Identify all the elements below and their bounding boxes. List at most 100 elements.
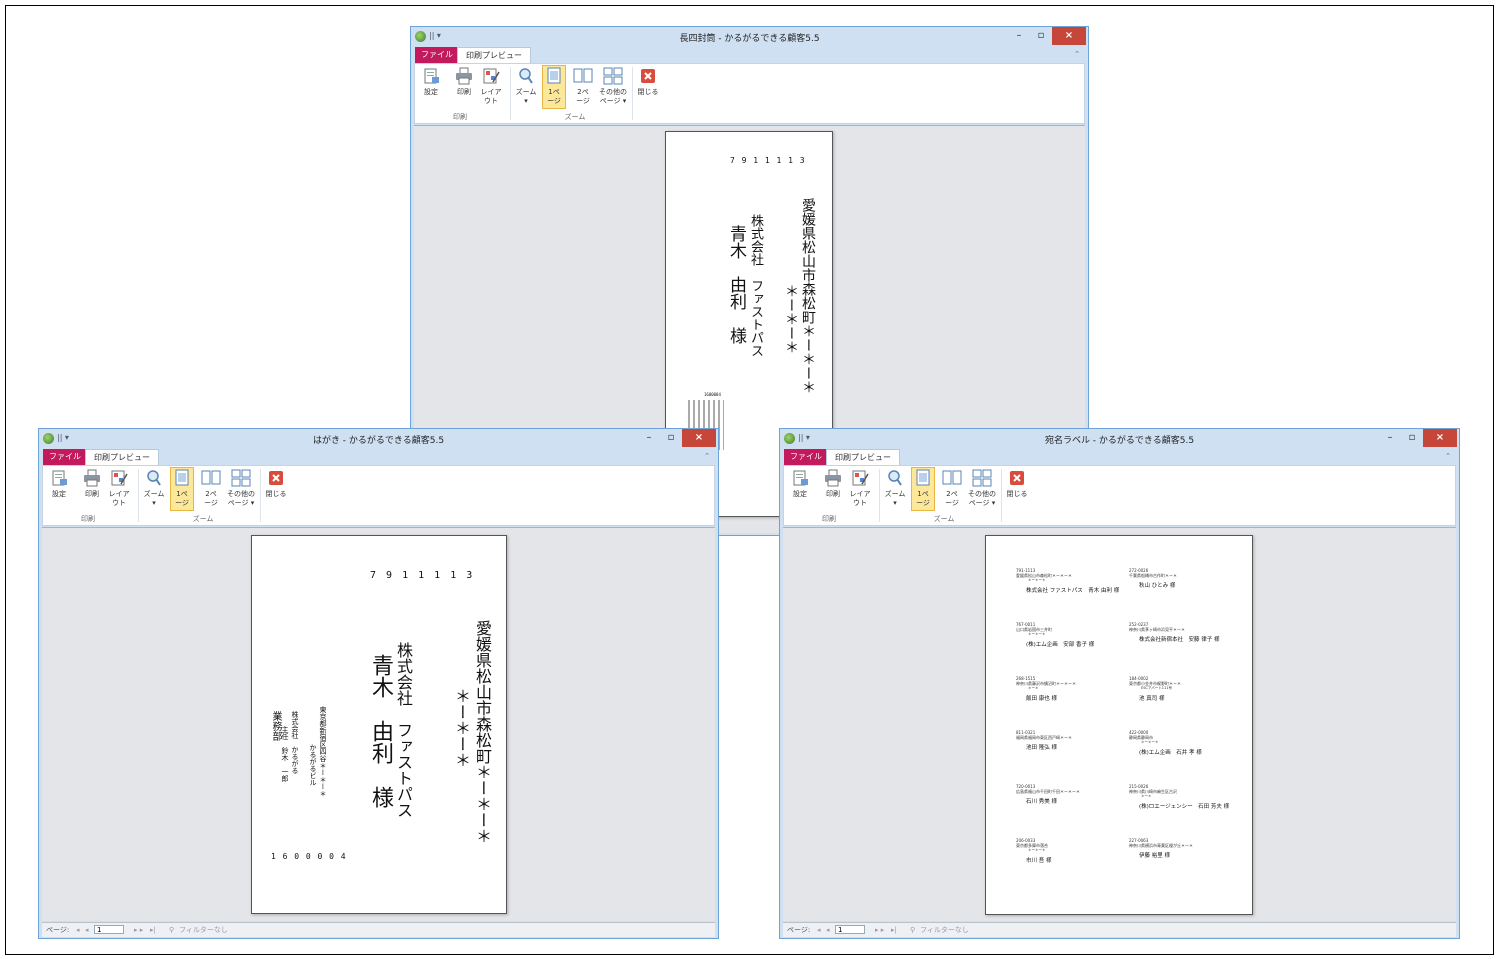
setup-button[interactable]: 設定 bbox=[47, 468, 71, 499]
label-sheet-page: 791-1113 愛媛県松山市森松町＊ー＊ー＊ ＊ー＊ー＊ 株式会社 ファストパス 青… bbox=[985, 535, 1253, 915]
ribbon-collapse-icon[interactable]: ⌃ bbox=[704, 452, 710, 460]
ribbon-tabs: ファイル 印刷プレビュー ⌃ bbox=[780, 449, 1459, 465]
postcard-window: || ▾ はがき - かるがるできる顧客5.5 – ▫ × ファイル 印刷プレビ… bbox=[38, 428, 719, 939]
page-label: ページ: bbox=[787, 926, 811, 934]
window-title: 宛名ラベル - かるがるできる顧客5.5 bbox=[1044, 436, 1195, 446]
ribbon-separator bbox=[879, 469, 880, 522]
tab-file[interactable]: ファイル bbox=[43, 449, 87, 465]
layout-button[interactable]: レイア ウト bbox=[479, 66, 503, 106]
maximize-button[interactable]: ▫ bbox=[1030, 27, 1052, 45]
first-page-button[interactable]: ◂ bbox=[76, 923, 80, 937]
address-label: 422-0000 静岡県静岡市 ＊ー＊ー＊ (株)エム企画 石井 孝 様 bbox=[1129, 730, 1202, 756]
magnifier-icon bbox=[144, 468, 164, 488]
label-recipient-name: 株式会社新宿本社 安藤 律子 様 bbox=[1139, 637, 1220, 643]
label-recipient-name: 株式会社 ファストパス 青木 由利 様 bbox=[1026, 588, 1120, 594]
minimize-button[interactable]: – bbox=[1008, 27, 1030, 45]
two-page-button[interactable]: 2ペ ージ bbox=[571, 66, 595, 106]
window-close-button[interactable]: × bbox=[682, 429, 716, 447]
print-button[interactable]: 印刷 bbox=[80, 468, 104, 499]
preview-area[interactable]: 791-1113 愛媛県松山市森松町＊ー＊ー＊ ＊ー＊ー＊ 株式会社 ファストパス 青… bbox=[783, 527, 1456, 921]
ribbon-separator bbox=[510, 67, 511, 120]
maximize-button[interactable]: ▫ bbox=[660, 429, 682, 447]
tab-file[interactable]: ファイル bbox=[784, 449, 828, 465]
label-recipient-name: 石川 秀美 様 bbox=[1026, 799, 1057, 805]
window-close-button[interactable]: × bbox=[1423, 429, 1457, 447]
title-bar[interactable]: || ▾ はがき - かるがるできる顧客5.5 – ▫ × bbox=[39, 429, 718, 449]
prev-page-button[interactable]: ◂ bbox=[85, 923, 89, 937]
sender-address: 東京都新宿区四谷＊ー＊ー＊ bbox=[319, 706, 327, 797]
recipient-name: 青木 由利 様 bbox=[726, 225, 746, 344]
setup-button[interactable]: 設定 bbox=[788, 468, 812, 499]
ribbon-collapse-icon[interactable]: ⌃ bbox=[1445, 452, 1451, 460]
last-page-button[interactable]: ▸| bbox=[150, 923, 156, 937]
filter-status[interactable]: フィルターなし bbox=[920, 923, 969, 937]
page-setup-icon bbox=[49, 468, 69, 488]
maximize-button[interactable]: ▫ bbox=[1401, 429, 1423, 447]
page-setup-icon bbox=[421, 66, 441, 86]
address-label: 767-0011 山口県岩国市三井町 ＊ー＊ー＊ (株)エム企画 安部 香子 様 bbox=[1016, 622, 1094, 648]
one-page-button[interactable]: 1ペ ージ bbox=[170, 467, 194, 511]
multi-page-icon bbox=[231, 468, 251, 488]
tab-file[interactable]: ファイル bbox=[415, 47, 459, 63]
two-page-button[interactable]: 2ペ ージ bbox=[940, 468, 964, 508]
setup-button[interactable]: 設定 bbox=[419, 66, 443, 97]
print-button[interactable]: 印刷 bbox=[452, 66, 476, 97]
label-recipient-name: 市川 吾 様 bbox=[1026, 858, 1052, 864]
prev-page-button[interactable]: ◂ bbox=[826, 923, 830, 937]
last-page-button[interactable]: ▸| bbox=[891, 923, 897, 937]
filter-icon[interactable]: ⚲ bbox=[169, 923, 174, 937]
sender-company: 株式会社 かるがる bbox=[291, 711, 299, 774]
tab-print-preview[interactable]: 印刷プレビュー bbox=[457, 47, 531, 63]
filter-status[interactable]: フィルターなし bbox=[179, 923, 228, 937]
record-navigation-bar: ページ: ◂ ◂ 1 ▸ ▸ ▸| ⚲ フィルターなし bbox=[783, 922, 1456, 937]
window-title: はがき - かるがるできる顧客5.5 bbox=[312, 436, 445, 446]
close-preview-button[interactable]: 閉じる bbox=[264, 468, 288, 499]
window-close-button[interactable]: × bbox=[1052, 27, 1086, 45]
other-pages-button[interactable]: その他の ページ ▾ bbox=[596, 66, 630, 106]
label-address-line2: ＊ー＊ bbox=[1141, 794, 1152, 798]
ribbon: 設定 印刷 レイア ウト 印刷 ズーム ▾ 1ペ ージ 2ペ ージ その他の ペー… bbox=[42, 465, 715, 526]
magnifier-icon bbox=[885, 468, 905, 488]
multi-page-icon bbox=[972, 468, 992, 488]
label-recipient-name: 池 真司 様 bbox=[1139, 696, 1165, 702]
close-preview-button[interactable]: 閉じる bbox=[636, 66, 660, 97]
address-label: 791-1113 愛媛県松山市森松町＊ー＊ー＊ ＊ー＊ー＊ 株式会社 ファストパス 青… bbox=[1016, 568, 1119, 594]
zoom-button[interactable]: ズーム ▾ bbox=[883, 468, 907, 508]
page-number-input[interactable]: 1 bbox=[835, 925, 865, 934]
minimize-button[interactable]: – bbox=[638, 429, 660, 447]
group-label-zoom: ズーム bbox=[564, 113, 586, 121]
address-label: 252-0237 神奈川県茅ヶ崎市浜見平＊ー＊ 株式会社新宿本社 安藤 律子 様 bbox=[1129, 622, 1220, 643]
next-page-button[interactable]: ▸ ▸ bbox=[875, 923, 884, 937]
other-pages-button[interactable]: その他の ページ ▾ bbox=[224, 468, 258, 508]
zoom-button[interactable]: ズーム ▾ bbox=[514, 66, 538, 106]
address-label: 215-0026 神奈川県川崎市麻生区古沢 ＊ー＊ (株)ロエージェンシー 石田 芳夫… bbox=[1129, 784, 1229, 810]
other-pages-button[interactable]: その他の ページ ▾ bbox=[965, 468, 999, 508]
two-page-button[interactable]: 2ペ ージ bbox=[199, 468, 223, 508]
address-label: 720-0013 広島県福山市千田町千田＊ー＊ー＊ 石川 秀美 様 bbox=[1016, 784, 1080, 805]
page-number-input[interactable]: 1 bbox=[94, 925, 124, 934]
title-bar[interactable]: || ▾ 宛名ラベル - かるがるできる顧客5.5 – ▫ × bbox=[780, 429, 1459, 449]
ribbon-collapse-icon[interactable]: ⌃ bbox=[1074, 50, 1080, 58]
address-label: 227-0063 神奈川県横浜市青葉区榎が丘＊ー＊ 伊藤 裕里 様 bbox=[1129, 838, 1193, 859]
title-bar[interactable]: || ▾ 長四封筒 - かるがるできる顧客5.5 – ▫ × bbox=[411, 27, 1088, 47]
layout-button[interactable]: レイア ウト bbox=[107, 468, 131, 508]
print-button[interactable]: 印刷 bbox=[821, 468, 845, 499]
one-page-button[interactable]: 1ペ ージ bbox=[911, 467, 935, 511]
layout-icon bbox=[481, 66, 501, 86]
layout-button[interactable]: レイア ウト bbox=[848, 468, 872, 508]
close-preview-button[interactable]: 閉じる bbox=[1005, 468, 1029, 499]
tab-print-preview[interactable]: 印刷プレビュー bbox=[826, 449, 900, 465]
group-label-zoom: ズーム bbox=[933, 515, 955, 523]
address-label: 184-0002 東京都小金井市梶野町＊ー＊ ESCアパート111号池 真司 様 bbox=[1129, 676, 1181, 702]
first-page-button[interactable]: ◂ bbox=[817, 923, 821, 937]
next-page-button[interactable]: ▸ ▸ bbox=[134, 923, 143, 937]
zoom-button[interactable]: ズーム ▾ bbox=[142, 468, 166, 508]
one-page-button[interactable]: 1ペ ージ bbox=[542, 65, 566, 109]
labels-window: || ▾ 宛名ラベル - かるがるできる顧客5.5 – ▫ × ファイル 印刷プ… bbox=[779, 428, 1460, 939]
one-page-icon bbox=[544, 66, 564, 86]
magnifier-icon bbox=[516, 66, 536, 86]
tab-print-preview[interactable]: 印刷プレビュー bbox=[85, 449, 159, 465]
minimize-button[interactable]: – bbox=[1379, 429, 1401, 447]
preview-area[interactable]: 7 9 1 1 1 1 3 愛媛県松山市森松町＊ー＊ー＊ ＊ー＊ー＊ 株式会社 … bbox=[42, 527, 715, 921]
filter-icon[interactable]: ⚲ bbox=[910, 923, 915, 937]
